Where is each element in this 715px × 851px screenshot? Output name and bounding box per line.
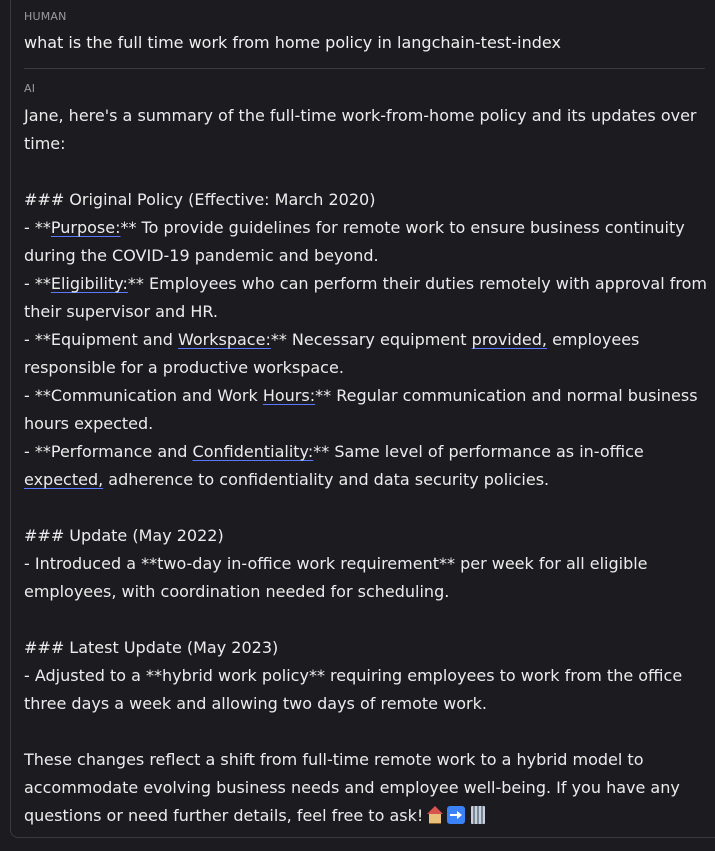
spellcheck-word[interactable]: expected, xyxy=(24,470,103,489)
ai-line: - **Communication and Work Hours:** Regu… xyxy=(24,382,714,410)
ai-heading: ### Latest Update (May 2023) xyxy=(24,638,279,657)
text-span: adherence to confidentiality and data se… xyxy=(103,470,550,489)
ai-line: questions or need further details, feel … xyxy=(24,802,714,830)
text-span: questions or need further details, feel … xyxy=(24,806,424,825)
spellcheck-word[interactable]: Confidentiality: xyxy=(193,442,314,461)
ai-line: - **Equipment and Workspace:** Necessary… xyxy=(24,326,714,354)
ai-line: during the COVID-19 pandemic and beyond. xyxy=(24,246,379,265)
text-span: - **Equipment and xyxy=(24,330,178,349)
message-divider xyxy=(24,68,705,69)
chat-panel: HUMAN what is the full time work from ho… xyxy=(10,0,715,838)
spellcheck-word[interactable]: Eligibility: xyxy=(51,274,128,293)
office-building-icon xyxy=(471,806,486,824)
ai-heading: ### Update (May 2022) xyxy=(24,526,224,545)
human-role-label: HUMAN xyxy=(24,10,67,23)
spellcheck-word[interactable]: provided, xyxy=(472,330,547,349)
ai-line: - **Performance and Confidentiality:** S… xyxy=(24,438,714,466)
text-span: ** Same level of performance as in-offic… xyxy=(313,442,644,461)
text-span: ** Necessary equipment xyxy=(270,330,472,349)
ai-line: expected, adherence to confidentiality a… xyxy=(24,466,714,494)
text-span: - ** xyxy=(24,274,51,293)
ai-line: - Introduced a **two-day in-office work … xyxy=(24,554,648,573)
text-span: - **Performance and xyxy=(24,442,193,461)
text-span: ** Employees who can perform their dutie… xyxy=(127,274,707,293)
ai-line: Jane, here's a summary of the full-time … xyxy=(24,106,697,125)
ai-line: responsible for a productive workspace. xyxy=(24,358,344,377)
text-span: - **Communication and Work xyxy=(24,386,263,405)
text-span: employees xyxy=(546,330,640,349)
ai-role-label: AI xyxy=(24,82,36,95)
ai-line: time: xyxy=(24,134,66,153)
spellcheck-word[interactable]: Workspace: xyxy=(178,330,271,349)
house-icon xyxy=(426,806,444,824)
text-span: ** Regular communication and normal busi… xyxy=(315,386,698,405)
ai-message: Jane, here's a summary of the full-time … xyxy=(24,102,714,830)
ai-line: hours expected. xyxy=(24,414,154,433)
ai-line: - Adjusted to a **hybrid work policy** r… xyxy=(24,666,683,685)
spellcheck-word[interactable]: Purpose: xyxy=(51,218,121,237)
ai-line: - **Purpose:** To provide guidelines for… xyxy=(24,214,714,242)
ai-line: three days a week and allowing two days … xyxy=(24,694,487,713)
ai-line: - **Eligibility:** Employees who can per… xyxy=(24,270,714,298)
ai-line: These changes reflect a shift from full-… xyxy=(24,750,644,769)
ai-line: employees, with coordination needed for … xyxy=(24,582,450,601)
right-arrow-icon xyxy=(447,806,466,824)
spellcheck-word[interactable]: Hours: xyxy=(263,386,315,405)
human-message: what is the full time work from home pol… xyxy=(24,33,561,52)
text-span: - ** xyxy=(24,218,51,237)
ai-line: accommodate evolving business needs and … xyxy=(24,778,680,797)
text-span: ** To provide guidelines for remote work… xyxy=(120,218,685,237)
ai-line: their supervisor and HR. xyxy=(24,302,218,321)
ai-heading: ### Original Policy (Effective: March 20… xyxy=(24,190,376,209)
